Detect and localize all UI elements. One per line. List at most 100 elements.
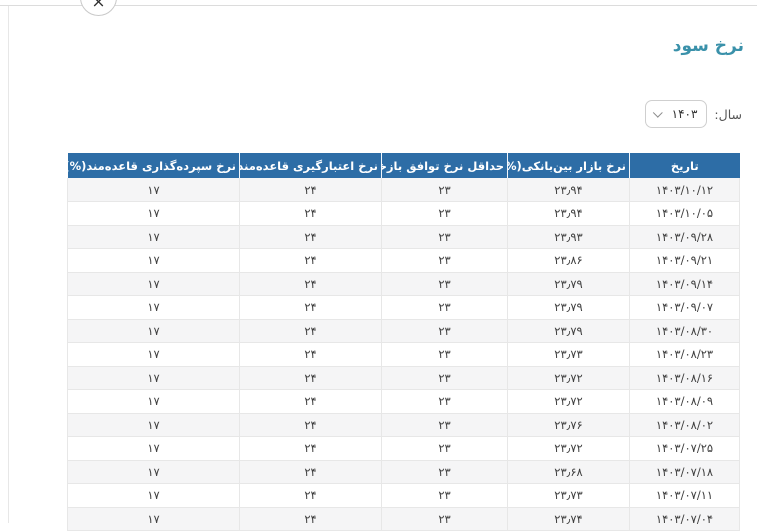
table-cell: ۱۷	[68, 413, 240, 437]
table-cell: ۱۷	[68, 225, 240, 249]
table-row: ۱۴۰۳/۰۸/۰۹۲۳٫۷۲۲۳۲۴۱۷	[68, 390, 740, 414]
table-cell: ۲۳	[382, 272, 508, 296]
table-cell: ۱۷	[68, 249, 240, 273]
year-select-value: ۱۴۰۳	[672, 107, 698, 121]
table-cell: ۲۴	[240, 272, 382, 296]
table-cell: ۲۴	[240, 484, 382, 508]
table-cell: ۲۳	[382, 343, 508, 367]
table-cell: ۱۷	[68, 296, 240, 320]
year-select[interactable]: ۱۴۰۳	[645, 100, 707, 128]
table-row: ۱۴۰۳/۰۸/۳۰۲۳٫۷۹۲۳۲۴۱۷	[68, 319, 740, 343]
table-cell: ۱۷	[68, 460, 240, 484]
table-cell: ۱۴۰۳/۰۸/۳۰	[630, 319, 740, 343]
table-cell: ۲۳٫۷۲	[508, 390, 630, 414]
table-cell: ۱۴۰۳/۱۰/۰۵	[630, 202, 740, 226]
table-cell: ۲۴	[240, 225, 382, 249]
table-row: ۱۴۰۳/۰۸/۲۳۲۳٫۷۳۲۳۲۴۱۷	[68, 343, 740, 367]
chevron-down-icon	[653, 107, 663, 117]
rates-table: تاریخنرخ بازار بین‌بانکی(%)حداقل نرخ توا…	[67, 153, 740, 531]
table-row: ۱۴۰۳/۱۰/۰۵۲۳٫۹۴۲۳۲۴۱۷	[68, 202, 740, 226]
table-cell: ۲۳	[382, 390, 508, 414]
rates-table-container: تاریخنرخ بازار بین‌بانکی(%)حداقل نرخ توا…	[67, 153, 740, 531]
table-cell: ۱۴۰۳/۰۸/۱۶	[630, 366, 740, 390]
table-cell: ۱۴۰۳/۰۹/۱۴	[630, 272, 740, 296]
table-cell: ۱۴۰۳/۱۰/۱۲	[630, 178, 740, 202]
table-header-cell: نرخ اعتبارگیری قاعده‌مند(%)	[240, 153, 382, 178]
table-cell: ۱۷	[68, 437, 240, 461]
table-cell: ۲۴	[240, 413, 382, 437]
table-cell: ۲۴	[240, 319, 382, 343]
table-cell: ۲۳٫۶۸	[508, 460, 630, 484]
table-cell: ۱۴۰۳/۰۷/۰۴	[630, 507, 740, 531]
table-cell: ۲۳٫۸۶	[508, 249, 630, 273]
table-cell: ۲۳٫۷۶	[508, 413, 630, 437]
panel-left-border	[8, 5, 9, 523]
table-cell: ۲۴	[240, 343, 382, 367]
table-row: ۱۴۰۳/۱۰/۱۲۲۳٫۹۴۲۳۲۴۱۷	[68, 178, 740, 202]
table-cell: ۲۴	[240, 249, 382, 273]
table-cell: ۱۷	[68, 272, 240, 296]
table-row: ۱۴۰۳/۰۸/۱۶۲۳٫۷۲۲۳۲۴۱۷	[68, 366, 740, 390]
table-cell: ۲۳	[382, 366, 508, 390]
table-cell: ۱۷	[68, 202, 240, 226]
table-row: ۱۴۰۳/۰۷/۱۸۲۳٫۶۸۲۳۲۴۱۷	[68, 460, 740, 484]
year-selector-row: سال: ۱۴۰۳	[645, 100, 742, 128]
table-cell: ۱۴۰۳/۰۸/۲۳	[630, 343, 740, 367]
table-cell: ۲۳	[382, 413, 508, 437]
table-header-cell: حداقل نرخ توافق بازخرید(%)	[382, 153, 508, 178]
table-header-row: تاریخنرخ بازار بین‌بانکی(%)حداقل نرخ توا…	[68, 153, 740, 178]
table-cell: ۲۴	[240, 366, 382, 390]
table-cell: ۱۷	[68, 507, 240, 531]
table-cell: ۱۴۰۳/۰۹/۰۷	[630, 296, 740, 320]
table-header-cell: نرخ بازار بین‌بانکی(%)	[508, 153, 630, 178]
table-cell: ۲۳	[382, 225, 508, 249]
table-cell: ۱۷	[68, 484, 240, 508]
table-cell: ۲۳	[382, 202, 508, 226]
table-row: ۱۴۰۳/۰۷/۰۴۲۳٫۷۴۲۳۲۴۱۷	[68, 507, 740, 531]
close-button[interactable]: ×	[80, 0, 117, 16]
table-cell: ۲۳	[382, 319, 508, 343]
table-row: ۱۴۰۳/۰۹/۱۴۲۳٫۷۹۲۳۲۴۱۷	[68, 272, 740, 296]
table-row: ۱۴۰۳/۰۸/۰۲۲۳٫۷۶۲۳۲۴۱۷	[68, 413, 740, 437]
table-cell: ۱۷	[68, 319, 240, 343]
table-row: ۱۴۰۳/۰۷/۱۱۲۳٫۷۳۲۳۲۴۱۷	[68, 484, 740, 508]
table-cell: ۲۳٫۹۴	[508, 178, 630, 202]
table-cell: ۲۳	[382, 507, 508, 531]
table-cell: ۲۳	[382, 460, 508, 484]
table-header-cell: نرخ سپرده‌گذاری قاعده‌مند(%)	[68, 153, 240, 178]
table-cell: ۱۷	[68, 390, 240, 414]
table-cell: ۲۳	[382, 437, 508, 461]
table-cell: ۱۴۰۳/۰۷/۱۸	[630, 460, 740, 484]
table-cell: ۲۳٫۷۴	[508, 507, 630, 531]
table-cell: ۲۴	[240, 178, 382, 202]
table-cell: ۱۷	[68, 343, 240, 367]
page-title: نرخ سود	[673, 36, 744, 56]
table-row: ۱۴۰۳/۰۷/۲۵۲۳٫۷۲۲۳۲۴۱۷	[68, 437, 740, 461]
table-cell: ۲۳	[382, 484, 508, 508]
table-header-cell: تاریخ	[630, 153, 740, 178]
year-label: سال:	[714, 107, 742, 122]
table-cell: ۱۴۰۳/۰۹/۲۱	[630, 249, 740, 273]
table-row: ۱۴۰۳/۰۹/۲۸۲۳٫۹۳۲۳۲۴۱۷	[68, 225, 740, 249]
table-cell: ۲۳٫۹۳	[508, 225, 630, 249]
table-cell: ۲۴	[240, 507, 382, 531]
table-cell: ۲۳٫۷۲	[508, 437, 630, 461]
table-cell: ۲۴	[240, 437, 382, 461]
table-cell: ۲۳٫۷۳	[508, 484, 630, 508]
table-cell: ۲۳	[382, 178, 508, 202]
table-cell: ۱۴۰۳/۰۸/۰۹	[630, 390, 740, 414]
table-cell: ۱۴۰۳/۰۷/۱۱	[630, 484, 740, 508]
table-cell: ۲۳٫۷۹	[508, 319, 630, 343]
table-cell: ۲۳٫۷۲	[508, 366, 630, 390]
table-cell: ۱۷	[68, 366, 240, 390]
table-cell: ۲۳٫۷۹	[508, 272, 630, 296]
table-cell: ۲۳٫۷۹	[508, 296, 630, 320]
table-cell: ۲۳٫۹۴	[508, 202, 630, 226]
table-cell: ۱۴۰۳/۰۸/۰۲	[630, 413, 740, 437]
table-cell: ۲۴	[240, 460, 382, 484]
close-icon: ×	[81, 0, 116, 11]
table-cell: ۲۴	[240, 390, 382, 414]
table-cell: ۱۴۰۳/۰۹/۲۸	[630, 225, 740, 249]
table-cell: ۲۳	[382, 249, 508, 273]
table-cell: ۲۴	[240, 296, 382, 320]
